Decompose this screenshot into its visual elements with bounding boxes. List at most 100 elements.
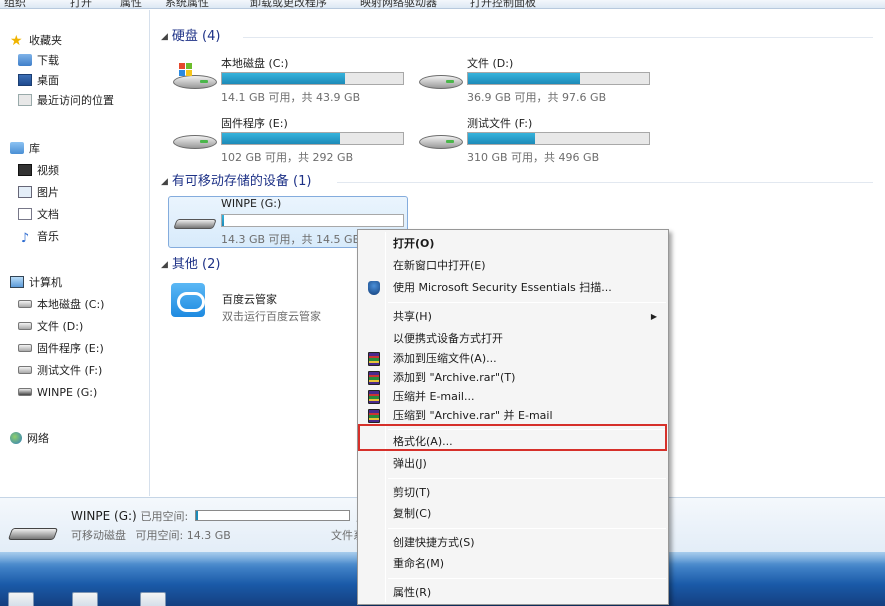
computer-icon: [10, 276, 24, 288]
toolbar-open[interactable]: 打开: [70, 0, 92, 8]
baidu-cloud-name[interactable]: 百度云管家: [222, 291, 277, 307]
details-drive-type: 可移动磁盘: [71, 529, 126, 542]
toolbar-uninstall[interactable]: 卸载或更改程序: [250, 0, 327, 8]
document-icon: [18, 208, 32, 220]
download-folder-icon: [18, 54, 32, 66]
menu-open[interactable]: 打开(O): [360, 234, 666, 254]
hard-disk-icon: [419, 69, 463, 95]
nav-drive-e[interactable]: 固件程序 (E:): [18, 340, 104, 358]
toolbar-system-properties[interactable]: 系统属性: [165, 0, 209, 8]
drive-name: WINPE (G:): [221, 197, 282, 210]
menu-open-new-window[interactable]: 在新窗口中打开(E): [360, 256, 666, 276]
menu-compress-email[interactable]: 压缩并 E-mail...: [360, 387, 666, 407]
nav-network[interactable]: 网络: [10, 430, 49, 448]
nav-drive-c[interactable]: 本地磁盘 (C:): [18, 296, 104, 314]
nav-music[interactable]: ♪ 音乐: [18, 228, 59, 246]
drive-name: 本地磁盘 (C:): [221, 57, 289, 70]
drive-free-space: 310 GB 可用，共 496 GB: [467, 151, 600, 164]
baidu-cloud-icon[interactable]: [171, 283, 205, 317]
drive-name: 测试文件 (F:): [467, 117, 533, 130]
details-usage-fill: [196, 511, 199, 520]
drive-tile-d[interactable]: 文件 (D:) 36.9 GB 可用，共 97.6 GB: [415, 55, 655, 105]
drive-usage-bar: [221, 214, 404, 227]
hard-disk-icon: [18, 322, 32, 330]
nav-drive-d[interactable]: 文件 (D:): [18, 318, 83, 336]
drive-usage-fill: [222, 133, 340, 144]
toolbar-map-drive[interactable]: 映射网络驱动器: [360, 0, 437, 8]
menu-create-shortcut[interactable]: 创建快捷方式(S): [360, 533, 666, 553]
details-usage-bar: [195, 510, 351, 521]
menu-open-portable[interactable]: 以便携式设备方式打开: [360, 329, 666, 349]
group-header-other[interactable]: ◢ 其他 (2): [161, 256, 220, 274]
nav-documents[interactable]: 文档: [18, 206, 59, 224]
details-used-label: 已用空间:: [140, 510, 189, 523]
taskbar-window-icon[interactable]: [140, 592, 166, 606]
drive-usage-fill: [222, 215, 224, 226]
nav-drive-g[interactable]: WINPE (G:): [18, 384, 97, 402]
command-toolbar: 组织 打开 属性 系统属性 卸载或更改程序 映射网络驱动器 打开控制面板: [0, 0, 885, 9]
toolbar-control-panel[interactable]: 打开控制面板: [470, 0, 536, 8]
hard-disk-icon: [419, 129, 463, 155]
nav-videos[interactable]: 视频: [18, 162, 59, 180]
picture-icon: [18, 186, 32, 198]
drive-free-space: 36.9 GB 可用，共 97.6 GB: [467, 91, 607, 104]
menu-mse-scan[interactable]: 使用 Microsoft Security Essentials 扫描...: [360, 278, 666, 298]
menu-add-archive[interactable]: 添加到压缩文件(A)...: [360, 349, 666, 369]
hard-disk-icon: [18, 300, 32, 308]
collapse-arrow-icon: ◢: [161, 177, 168, 187]
winrar-icon: [368, 390, 380, 404]
menu-eject[interactable]: 弹出(J): [360, 454, 666, 474]
menu-cut[interactable]: 剪切(T): [360, 483, 666, 503]
drive-tile-c[interactable]: 本地磁盘 (C:) 14.1 GB 可用，共 43.9 GB: [169, 55, 409, 105]
collapse-arrow-icon: ◢: [161, 260, 168, 270]
details-free-label: 可用空间: 14.3 GB: [135, 529, 231, 542]
menu-add-archive-rar[interactable]: 添加到 "Archive.rar"(T): [360, 368, 666, 388]
group-divider: [243, 37, 873, 38]
menu-properties[interactable]: 属性(R): [360, 583, 666, 603]
drive-usage-fill: [468, 133, 535, 144]
navigation-pane: ★ 收藏夹 下载 桌面 最近访问的位置 库 视频 图片 文档 ♪ 音乐 计算机 本地…: [0, 10, 150, 496]
drive-usage-bar: [467, 72, 650, 85]
drive-free-space: 14.3 GB 可用，共 14.5 GB: [221, 233, 361, 246]
taskbar-window-icon[interactable]: [8, 592, 34, 606]
drive-tile-f[interactable]: 测试文件 (F:) 310 GB 可用，共 496 GB: [415, 115, 655, 165]
nav-computer[interactable]: 计算机: [10, 274, 62, 292]
windows-drive-icon: [173, 63, 217, 95]
nav-drive-f[interactable]: 测试文件 (F:): [18, 362, 102, 380]
details-drive-name: WINPE (G:): [71, 509, 137, 523]
nav-desktop[interactable]: 桌面: [18, 72, 59, 90]
submenu-arrow-icon: ▶: [650, 312, 657, 321]
group-divider: [337, 182, 873, 183]
drive-tile-e[interactable]: 固件程序 (E:) 102 GB 可用，共 292 GB: [169, 115, 409, 165]
drive-usage-bar: [467, 132, 650, 145]
group-header-hdd[interactable]: ◢ 硬盘 (4): [161, 28, 220, 46]
hard-disk-icon: [18, 366, 32, 374]
taskbar-window-icon[interactable]: [72, 592, 98, 606]
group-header-removable[interactable]: ◢ 有可移动存储的设备 (1): [161, 173, 311, 191]
context-menu: 打开(O) 在新窗口中打开(E) 使用 Microsoft Security E…: [357, 229, 669, 605]
menu-rename[interactable]: 重命名(M): [360, 554, 666, 574]
menu-compress-rar-email[interactable]: 压缩到 "Archive.rar" 并 E-mail: [360, 406, 666, 426]
library-icon: [10, 142, 24, 154]
drive-name: 文件 (D:): [467, 57, 514, 70]
toolbar-properties[interactable]: 属性: [120, 0, 142, 8]
network-icon: [10, 432, 22, 444]
winrar-icon: [368, 352, 380, 366]
nav-downloads[interactable]: 下载: [18, 52, 59, 70]
usb-drive-icon: [7, 528, 59, 540]
video-icon: [18, 164, 32, 176]
nav-recent-places[interactable]: 最近访问的位置: [18, 92, 114, 110]
drive-free-space: 14.1 GB 可用，共 43.9 GB: [221, 91, 361, 104]
collapse-arrow-icon: ◢: [161, 32, 168, 42]
toolbar-organize[interactable]: 组织: [4, 0, 26, 8]
nav-libraries[interactable]: 库: [10, 140, 40, 158]
menu-share[interactable]: 共享(H) ▶: [360, 307, 666, 327]
drive-free-space: 102 GB 可用，共 292 GB: [221, 151, 354, 164]
nav-favorites[interactable]: ★ 收藏夹: [10, 32, 62, 50]
nav-pictures[interactable]: 图片: [18, 184, 59, 202]
star-icon: ★: [10, 33, 23, 49]
drive-name: 固件程序 (E:): [221, 117, 288, 130]
drive-usage-fill: [468, 73, 581, 84]
baidu-cloud-description: 双击运行百度云管家: [222, 310, 321, 323]
menu-copy[interactable]: 复制(C): [360, 504, 666, 524]
